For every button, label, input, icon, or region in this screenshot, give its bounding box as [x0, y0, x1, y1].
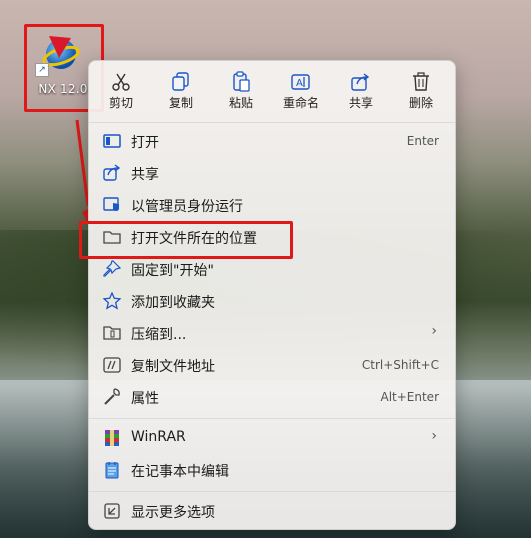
menu-item-label: 添加到收藏夹 — [131, 295, 215, 311]
menu-item-label: 压缩到... — [131, 327, 187, 343]
paste-button[interactable]: 粘贴 — [213, 69, 269, 115]
copy-icon — [172, 72, 189, 91]
paste-icon — [233, 71, 250, 92]
scissors-icon — [112, 73, 130, 91]
shortcut-arrow-icon: ↗ — [35, 63, 49, 77]
context-menu-toolbar: 剪切 复制 粘贴 A 重命名 共享 删除 — [89, 61, 455, 119]
copy-button[interactable]: 复制 — [153, 69, 209, 115]
menu-item-label: 以管理员身份运行 — [131, 199, 243, 215]
menu-item-shortcut: Alt+Enter — [380, 390, 439, 404]
rename-icon: A — [291, 74, 310, 90]
cut-label: 剪切 — [108, 96, 133, 110]
menu-item-run-as-admin[interactable]: 以管理员身份运行 — [93, 189, 451, 221]
divider — [89, 491, 455, 492]
desktop-icon-label: NX 12.0 — [38, 82, 88, 96]
menu-item-pin-to-start[interactable]: 固定到"开始" — [93, 253, 451, 285]
rename-label: 重命名 — [282, 96, 319, 110]
notepad-icon — [105, 462, 119, 479]
star-icon — [103, 292, 121, 310]
more-options-icon — [104, 503, 120, 519]
folder-icon — [103, 231, 121, 244]
rename-button[interactable]: A 重命名 — [273, 69, 329, 115]
menu-item-label: 显示更多选项 — [131, 505, 215, 521]
menu-item-label: 打开文件所在的位置 — [131, 231, 257, 247]
menu-item-open[interactable]: 打开 Enter — [93, 125, 451, 157]
paste-label: 粘贴 — [228, 96, 253, 110]
pin-icon — [103, 260, 121, 277]
menu-item-label: WinRAR — [131, 429, 186, 445]
delete-label: 删除 — [408, 96, 433, 110]
menu-item-label: 固定到"开始" — [131, 263, 214, 279]
context-menu: 剪切 复制 粘贴 A 重命名 共享 删除 打开 Enter 共享 以管理员身份运… — [88, 60, 456, 530]
menu-item-properties[interactable]: 属性 Alt+Enter — [93, 381, 451, 413]
cut-button[interactable]: 剪切 — [93, 69, 149, 115]
zip-icon — [103, 326, 121, 340]
svg-text:A: A — [296, 78, 303, 89]
menu-item-label: 在记事本中编辑 — [131, 464, 229, 480]
menu-item-winrar[interactable]: WinRAR › — [93, 422, 451, 454]
path-copy-icon — [103, 357, 121, 373]
copy-label: 复制 — [168, 96, 193, 110]
trash-icon — [413, 72, 429, 91]
wrench-icon — [104, 388, 120, 405]
share-button[interactable]: 共享 — [333, 69, 389, 115]
winrar-icon — [105, 430, 119, 446]
menu-item-shortcut: Enter — [406, 134, 439, 148]
menu-item-edit-in-notepad[interactable]: 在记事本中编辑 — [93, 454, 451, 486]
menu-item-show-more-options[interactable]: 显示更多选项 — [93, 495, 451, 527]
menu-item-compress-to[interactable]: 压缩到... › — [93, 317, 451, 349]
menu-item-label: 复制文件地址 — [131, 359, 215, 375]
menu-item-label: 打开 — [131, 135, 159, 151]
share-label: 共享 — [348, 96, 373, 110]
shield-icon — [103, 197, 119, 211]
divider — [89, 418, 455, 419]
menu-item-add-to-favorites[interactable]: 添加到收藏夹 — [93, 285, 451, 317]
open-app-icon — [103, 134, 121, 148]
divider — [89, 122, 455, 123]
menu-item-shortcut: Ctrl+Shift+C — [361, 358, 439, 372]
delete-button[interactable]: 删除 — [393, 69, 449, 115]
chevron-right-icon: › — [431, 428, 437, 444]
menu-item-copy-path[interactable]: 复制文件地址 Ctrl+Shift+C — [93, 349, 451, 381]
menu-item-open-file-location[interactable]: 打开文件所在的位置 — [93, 221, 451, 253]
menu-item-share[interactable]: 共享 — [93, 157, 451, 189]
share-icon — [351, 73, 370, 91]
menu-item-label: 属性 — [131, 391, 159, 407]
chevron-right-icon: › — [431, 323, 437, 339]
menu-item-label: 共享 — [131, 167, 159, 183]
share-icon — [103, 164, 121, 181]
